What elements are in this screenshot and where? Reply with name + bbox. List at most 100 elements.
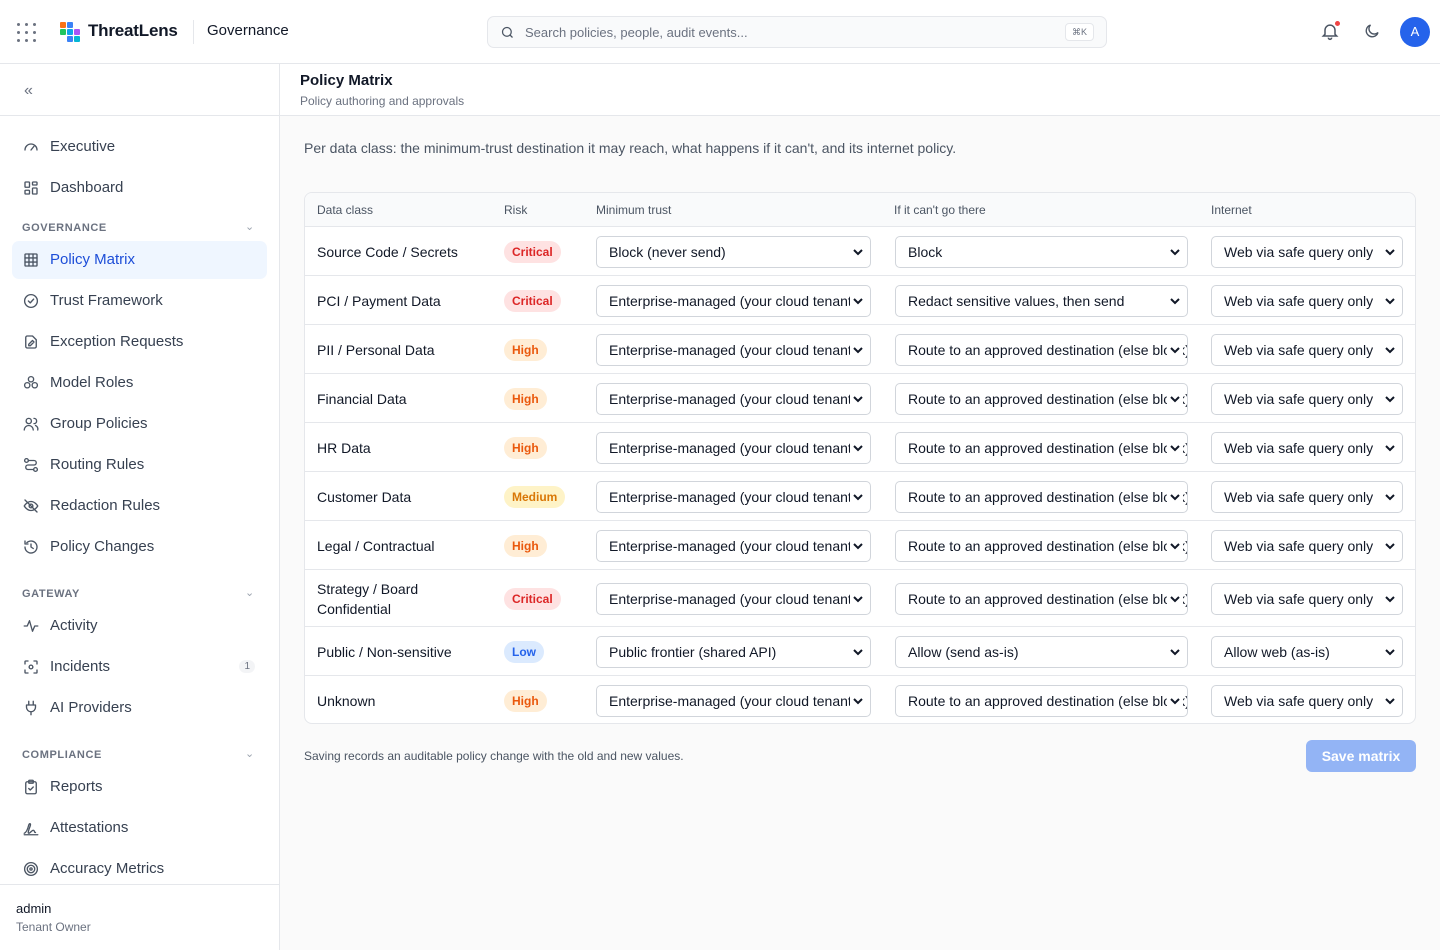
minimum-trust-select[interactable]: Enterprise-managed (your cloud tenant) xyxy=(596,529,871,562)
fallback-select[interactable]: Allow (send as-is) xyxy=(895,635,1188,668)
select-chevron xyxy=(1167,536,1183,555)
sidebar-item-policy-matrix[interactable]: Policy Matrix xyxy=(12,241,267,279)
internet-policy-select[interactable]: Web via safe query only xyxy=(1211,431,1403,464)
notifications-button[interactable] xyxy=(1320,20,1341,46)
sidebar-item-routing-rules[interactable]: Routing Rules xyxy=(12,446,267,484)
app-launcher-icon[interactable] xyxy=(17,23,36,42)
data-class-label: Public / Non-sensitive xyxy=(317,643,452,660)
select-chevron xyxy=(1167,389,1183,408)
minimum-trust-select[interactable]: Enterprise-managed (your cloud tenant) xyxy=(596,480,871,513)
nav-group-title: GOVERNANCE xyxy=(22,222,107,234)
search-placeholder: Search policies, people, audit events... xyxy=(525,25,748,40)
search-input[interactable]: Search policies, people, audit events...… xyxy=(487,16,1107,48)
history-icon xyxy=(24,540,38,554)
chevron-down-icon xyxy=(853,444,863,451)
select-value: Web via safe query only xyxy=(1224,590,1374,607)
moon-icon xyxy=(1365,24,1379,38)
internet-policy-select[interactable]: Web via safe query only xyxy=(1211,235,1403,268)
sidebar-item-accuracy-metrics[interactable]: Accuracy Metrics xyxy=(12,850,267,888)
minimum-trust-select[interactable]: Enterprise-managed (your cloud tenant) xyxy=(596,431,871,464)
select-chevron xyxy=(850,487,866,506)
shortcut-badge: ⌘K xyxy=(1064,23,1094,41)
sidebar-item-exception-requests[interactable]: Exception Requests xyxy=(12,323,267,361)
sidebar-item-executive[interactable]: Executive xyxy=(12,128,267,166)
select-value: Enterprise-managed (your cloud tenant) xyxy=(609,488,857,505)
chevron-down-icon xyxy=(1170,248,1180,255)
sidebar-item-label: Incidents xyxy=(50,658,111,675)
select-value: Web via safe query only xyxy=(1224,292,1374,309)
sidebar-item-incidents[interactable]: Incidents 1 xyxy=(12,648,267,686)
divider xyxy=(0,115,279,116)
save-matrix-button[interactable]: Save matrix xyxy=(1306,740,1416,772)
minimum-trust-select[interactable]: Enterprise-managed (your cloud tenant) xyxy=(596,333,871,366)
select-value: Route to an approved destination (else b… xyxy=(908,390,1188,407)
sidebar-item-group-policies[interactable]: Group Policies xyxy=(12,405,267,443)
minimum-trust-select[interactable]: Block (never send) xyxy=(596,235,871,268)
fallback-select[interactable]: Route to an approved destination (else b… xyxy=(895,529,1188,562)
data-class-label: PII / Personal Data xyxy=(317,341,435,358)
sidebar-item-dashboard[interactable]: Dashboard xyxy=(12,169,267,207)
sidebar-item-activity[interactable]: Activity xyxy=(12,607,267,645)
user-name[interactable]: admin xyxy=(16,901,51,916)
sidebar-item-ai-providers[interactable]: AI Providers xyxy=(12,689,267,727)
internet-policy-select[interactable]: Web via safe query only xyxy=(1211,684,1403,717)
select-value: Web via safe query only xyxy=(1224,243,1374,260)
avatar[interactable]: A xyxy=(1400,17,1430,47)
chevron-down-icon[interactable]: ⌄ xyxy=(245,586,254,599)
theme-toggle-button[interactable] xyxy=(1363,22,1381,45)
fallback-select[interactable]: Block xyxy=(895,235,1188,268)
brand-name[interactable]: ThreatLens xyxy=(88,21,178,41)
fallback-select[interactable]: Route to an approved destination (else b… xyxy=(895,333,1188,366)
chevron-down-icon xyxy=(1385,697,1395,704)
internet-policy-select[interactable]: Web via safe query only xyxy=(1211,529,1403,562)
internet-policy-select[interactable]: Allow web (as-is) xyxy=(1211,635,1403,668)
internet-policy-select[interactable]: Web via safe query only xyxy=(1211,582,1403,615)
minimum-trust-select[interactable]: Enterprise-managed (your cloud tenant) xyxy=(596,284,871,317)
select-value: Web via safe query only xyxy=(1224,341,1374,358)
table-row: PCI / Payment Data Critical Enterprise-man… xyxy=(305,276,1415,325)
sidebar-item-attestations[interactable]: Attestations xyxy=(12,809,267,847)
fallback-select[interactable]: Route to an approved destination (else b… xyxy=(895,480,1188,513)
internet-policy-select[interactable]: Web via safe query only xyxy=(1211,284,1403,317)
data-class-label: Customer Data xyxy=(317,488,412,505)
chevron-down-icon xyxy=(1385,444,1395,451)
sidebar-item-reports[interactable]: Reports xyxy=(12,768,267,806)
select-value: Web via safe query only xyxy=(1224,488,1374,505)
chevron-down-icon[interactable]: ⌄ xyxy=(245,220,254,233)
select-chevron xyxy=(850,389,866,408)
sidebar-item-label: Routing Rules xyxy=(50,456,145,473)
minimum-trust-select[interactable]: Public frontier (shared API) xyxy=(596,635,871,668)
minimum-trust-select[interactable]: Enterprise-managed (your cloud tenant) xyxy=(596,382,871,415)
column-header: Minimum trust xyxy=(596,203,672,217)
risk-badge: High xyxy=(504,689,547,712)
sidebar-item-policy-changes[interactable]: Policy Changes xyxy=(12,528,267,566)
table-row: Legal / Contractual High Enterprise-manage… xyxy=(305,521,1415,570)
select-value: Enterprise-managed (your cloud tenant) xyxy=(609,590,857,607)
chevron-down-icon xyxy=(1385,542,1395,549)
select-chevron xyxy=(850,536,866,555)
chevron-down-icon xyxy=(1170,395,1180,402)
internet-policy-select[interactable]: Web via safe query only xyxy=(1211,480,1403,513)
chevron-down-icon xyxy=(1170,297,1180,304)
table-row: Source Code / Secrets Critical Block (neve… xyxy=(305,227,1415,276)
select-chevron xyxy=(850,691,866,710)
sidebar-item-trust-framework[interactable]: Trust Framework xyxy=(12,282,267,320)
fallback-select[interactable]: Route to an approved destination (else b… xyxy=(895,684,1188,717)
fallback-select[interactable]: Route to an approved destination (else b… xyxy=(895,382,1188,415)
minimum-trust-select[interactable]: Enterprise-managed (your cloud tenant) xyxy=(596,684,871,717)
sidebar-item-label: Executive xyxy=(50,138,116,155)
risk-badge: Medium xyxy=(504,485,566,508)
fallback-select[interactable]: Route to an approved destination (else b… xyxy=(895,431,1188,464)
sidebar-item-model-roles[interactable]: Model Roles xyxy=(12,364,267,402)
minimum-trust-select[interactable]: Enterprise-managed (your cloud tenant) xyxy=(596,582,871,615)
chevron-down-icon[interactable]: ⌄ xyxy=(245,747,254,760)
sidebar-item-label: Reports xyxy=(50,778,103,795)
sidebar-item-redaction-rules[interactable]: Redaction Rules xyxy=(12,487,267,525)
data-class-label: Strategy / Board Confidential xyxy=(317,580,419,617)
fallback-select[interactable]: Redact sensitive values, then send xyxy=(895,284,1188,317)
internet-policy-select[interactable]: Web via safe query only xyxy=(1211,333,1403,366)
internet-policy-select[interactable]: Web via safe query only xyxy=(1211,382,1403,415)
collapse-sidebar-icon[interactable]: « xyxy=(24,82,33,100)
risk-badge: High xyxy=(504,338,547,361)
fallback-select[interactable]: Route to an approved destination (else b… xyxy=(895,582,1188,615)
